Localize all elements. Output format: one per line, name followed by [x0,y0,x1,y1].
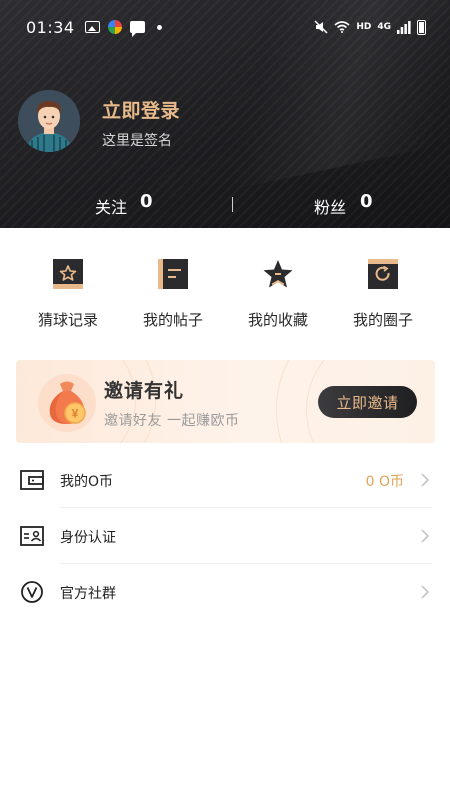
refresh-circle-icon [368,259,398,289]
battery-icon [417,19,426,35]
v-circle-icon [21,581,43,603]
color-app-icon [107,20,122,34]
image-icon [84,21,100,33]
menu-list: 我的O币 0 O币 身份认证 官方社群 [0,452,450,620]
banner-title: 邀请有礼 [104,380,185,402]
coin-balance: 0 O币 [365,474,404,490]
star-box-icon [53,259,83,289]
menu-item-my-coins[interactable]: 我的O币 0 O币 [0,452,450,508]
invite-now-button[interactable]: 立即邀请 [318,386,417,418]
stats-divider [232,197,233,212]
fans-count[interactable]: 0 [360,191,373,212]
banner-subtitle: 邀请好友 一起赚欧币 [104,413,240,429]
invite-banner[interactable]: ¥ 邀请有礼 邀请好友 一起赚欧币 立即邀请 [16,360,435,443]
quick-item-my-circles[interactable]: 我的圈子 [331,248,435,330]
wallet-icon [20,470,44,490]
follow-count[interactable]: 0 [140,191,153,212]
avatar[interactable] [18,90,80,152]
quick-item-guess-record[interactable]: 猜球记录 [16,248,120,330]
quick-label-my-favorites: 我的收藏 [247,311,308,329]
status-time: 01:34 [26,17,75,37]
quick-item-my-posts[interactable]: 我的帖子 [121,248,225,330]
follow-stats: 关注 0 粉丝 0 [0,190,450,218]
quick-actions: 猜球记录 我的帖子 我的收藏 我的圈子 [0,248,450,338]
money-bag-icon: ¥ [38,374,96,432]
quick-label-guess-record: 猜球记录 [37,311,98,329]
network-label: HD [356,22,372,32]
chevron-right-icon [421,529,430,543]
status-bar: 01:34 HD 4G [0,0,450,54]
follow-label[interactable]: 关注 [95,194,127,218]
status-left-icons [84,20,162,37]
post-lines-icon [158,259,188,289]
quick-label-my-circles: 我的圈子 [352,311,413,329]
menu-item-official-community[interactable]: 官方社群 [0,564,450,620]
quick-label-my-posts: 我的帖子 [142,311,203,329]
profile-header: 01:34 HD 4G 立即登录 这里是签名 关注 0 粉丝 0 [0,0,450,228]
wifi-icon [334,21,350,33]
menu-item-identity[interactable]: 身份认证 [0,508,450,564]
menu-label-official-community: 官方社群 [60,586,116,602]
status-right-icons: HD 4G [314,19,426,35]
signature-text: 这里是签名 [102,133,172,149]
quick-item-my-favorites[interactable]: 我的收藏 [226,248,330,330]
chevron-right-icon [421,585,430,599]
network-type: 4G [377,22,391,32]
avatar-person-icon [18,90,80,152]
menu-label-my-coins: 我的O币 [60,474,114,490]
fans-label[interactable]: 粉丝 [314,194,346,218]
dot-icon [156,24,162,30]
message-icon [129,21,145,37]
bag-symbol: ¥ [72,407,79,421]
star-favorite-icon [263,260,293,288]
chevron-right-icon [421,473,430,487]
id-card-icon [20,526,44,546]
login-link[interactable]: 立即登录 [102,96,180,123]
signal-icon [397,20,411,34]
menu-label-identity: 身份认证 [60,530,116,546]
mute-icon [314,20,328,34]
